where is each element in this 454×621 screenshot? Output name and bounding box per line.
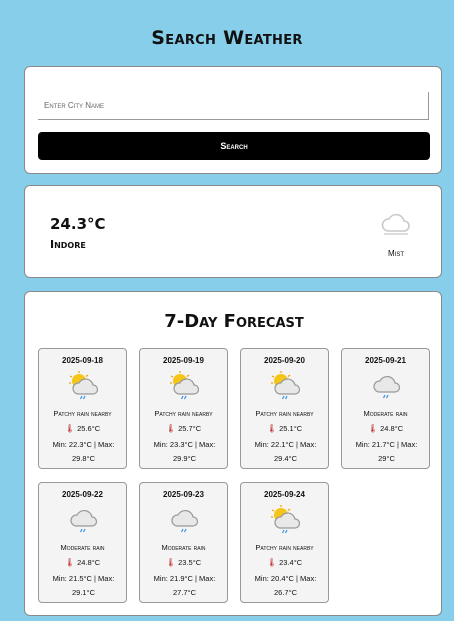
forecast-avg-temp: 🌡 23.4°C	[241, 558, 328, 567]
thermometer-icon: 🌡	[266, 558, 278, 567]
forecast-minmax: Min: 20.4°C | Max: 26.7°C	[254, 574, 317, 597]
page-title: Search Weather	[151, 27, 303, 49]
forecast-date: 2025-09-21	[365, 356, 406, 365]
forecast-description: Patchy rain nearby	[53, 409, 112, 418]
thermometer-icon: 🌡	[165, 424, 177, 433]
forecast-minmax: Min: 22.3°C | Max: 29.8°C	[52, 440, 115, 463]
forecast-day: 2025-09-23 Moderate rain 🌡 23.5°C Min: 2…	[139, 482, 228, 603]
forecast-date: 2025-09-18	[62, 356, 103, 365]
forecast-minmax: Min: 22.1°C | Max: 29.4°C	[254, 440, 317, 463]
forecast-day: 2025-09-19 Patchy rain nearby 🌡 25.7°C M…	[139, 348, 228, 469]
cloud-rain-icon	[171, 509, 199, 533]
forecast-date: 2025-09-24	[264, 490, 305, 499]
current-city: Indore	[50, 238, 86, 251]
forecast-day: 2025-09-21 Moderate rain 🌡 24.8°C Min: 2…	[341, 348, 430, 469]
sun-cloud-rain-icon	[170, 371, 200, 400]
forecast-avg-temp: 🌡 24.8°C	[39, 558, 126, 567]
forecast-day: 2025-09-22 Moderate rain 🌡 24.8°C Min: 2…	[38, 482, 127, 603]
forecast-title: 7-Day Forecast	[164, 311, 304, 332]
forecast-date: 2025-09-22	[62, 490, 103, 499]
forecast-day: 2025-09-20 Patchy rain nearby 🌡 25.1°C M…	[240, 348, 329, 469]
search-card: Search	[24, 66, 442, 174]
search-button[interactable]: Search	[38, 132, 430, 160]
cloud-rain-icon	[70, 509, 98, 533]
forecast-minmax: Min: 21.7°C | Max: 29°C	[355, 440, 418, 463]
forecast-avg-temp: 🌡 24.8°C	[342, 424, 429, 433]
forecast-description: Moderate rain	[161, 543, 206, 552]
forecast-avg-value: 24.8°C	[77, 558, 101, 567]
sun-cloud-rain-icon	[271, 371, 301, 400]
forecast-avg-value: 25.1°C	[279, 424, 303, 433]
forecast-minmax: Min: 21.5°C | Max: 29.1°C	[52, 574, 115, 597]
forecast-minmax: Min: 21.9°C | Max: 27.7°C	[153, 574, 216, 597]
cloud-icon	[381, 213, 410, 235]
forecast-avg-value: 25.6°C	[77, 424, 101, 433]
forecast-avg-temp: 🌡 25.6°C	[39, 424, 126, 433]
forecast-avg-value: 23.5°C	[178, 558, 202, 567]
forecast-date: 2025-09-23	[163, 490, 204, 499]
sun-cloud-rain-icon	[271, 505, 301, 534]
forecast-avg-value: 25.7°C	[178, 424, 202, 433]
forecast-avg-value: 23.4°C	[279, 558, 303, 567]
thermometer-icon: 🌡	[266, 424, 278, 433]
forecast-avg-temp: 🌡 25.7°C	[140, 424, 227, 433]
forecast-avg-temp: 🌡 23.5°C	[140, 558, 227, 567]
sun-cloud-rain-icon	[69, 371, 99, 400]
thermometer-icon: 🌡	[64, 558, 76, 567]
thermometer-icon: 🌡	[64, 424, 76, 433]
current-temperature: 24.3°C	[50, 215, 106, 233]
forecast-minmax: Min: 23.3°C | Max: 29.9°C	[153, 440, 216, 463]
forecast-description: Patchy rain nearby	[255, 543, 314, 552]
thermometer-icon: 🌡	[165, 558, 177, 567]
current-weather-card: 24.3°C Indore Mist	[24, 185, 442, 278]
city-search-input[interactable]	[38, 92, 429, 120]
forecast-date: 2025-09-19	[163, 356, 204, 365]
forecast-avg-value: 24.8°C	[380, 424, 404, 433]
forecast-description: Moderate rain	[60, 543, 105, 552]
forecast-card: 7-Day Forecast 2025-09-18 Patchy rain ne…	[24, 291, 442, 616]
current-description: Mist	[388, 249, 404, 258]
forecast-description: Moderate rain	[363, 409, 408, 418]
forecast-avg-temp: 🌡 25.1°C	[241, 424, 328, 433]
forecast-date: 2025-09-20	[264, 356, 305, 365]
cloud-rain-icon	[373, 375, 401, 399]
forecast-description: Patchy rain nearby	[255, 409, 314, 418]
forecast-day: 2025-09-24 Patchy rain nearby 🌡 23.4°C M…	[240, 482, 329, 603]
forecast-day: 2025-09-18 Patchy rain nearby 🌡 25.6°C M…	[38, 348, 127, 469]
thermometer-icon: 🌡	[367, 424, 379, 433]
forecast-description: Patchy rain nearby	[154, 409, 213, 418]
